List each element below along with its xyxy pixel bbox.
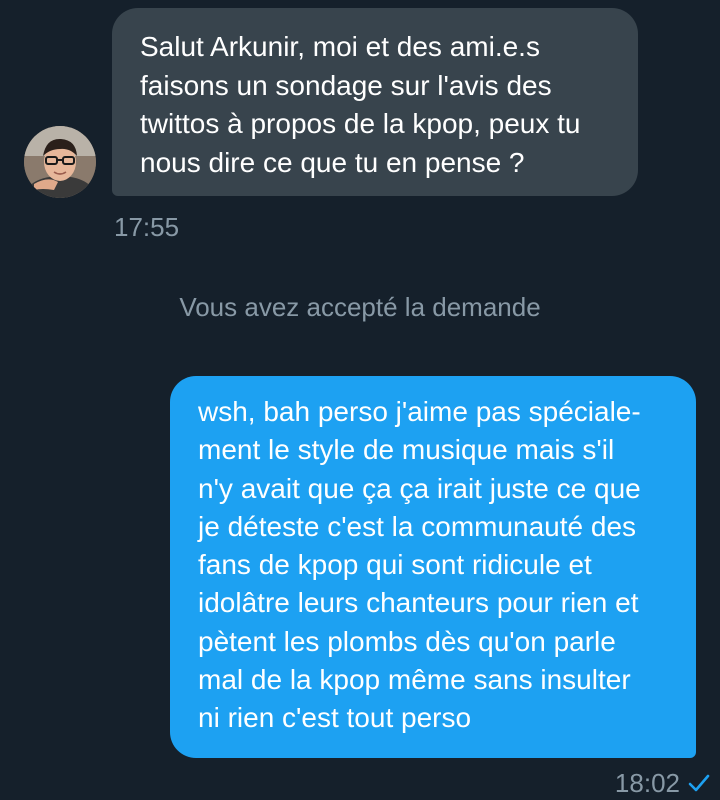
- sent-message-timestamp: 18:02: [614, 768, 680, 798]
- check-icon: [688, 773, 710, 793]
- avatar[interactable]: [24, 126, 96, 198]
- request-accepted-notice: Vous avez accepté la demande: [179, 292, 541, 322]
- received-message-bubble[interactable]: Salut Arkunir, moi et des ami.e.s faison…: [112, 8, 638, 196]
- sent-message-meta: 18:02: [615, 768, 710, 798]
- sent-message-bubble[interactable]: wsh, bah perso j'aime pas spéciale- ment…: [170, 376, 696, 758]
- received-message-timestamp: 17:55: [114, 212, 180, 242]
- avatar-photo: [24, 126, 96, 198]
